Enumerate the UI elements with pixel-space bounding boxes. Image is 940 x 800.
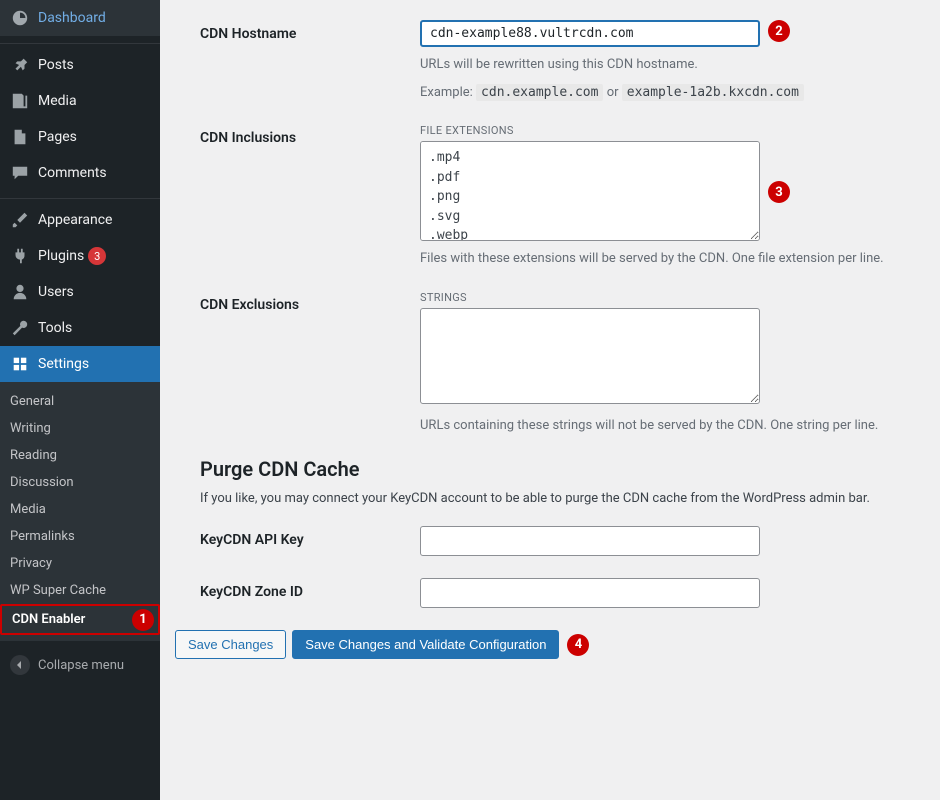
comment-icon [10,163,30,183]
annotation-badge-3: 3 [768,181,790,203]
wrench-icon [10,318,30,338]
exclusions-subhead: STRINGS [420,291,920,304]
annotation-badge-2: 2 [768,20,790,42]
save-and-validate-button[interactable]: Save Changes and Validate Configuration [292,630,559,659]
menu-label: Dashboard [38,10,106,26]
menu-item-pages[interactable]: Pages [0,119,160,155]
submenu-general[interactable]: General [0,388,160,415]
settings-content: CDN Hostname 2 URLs will be rewritten us… [160,0,940,800]
menu-label: Posts [38,57,74,73]
menu-item-settings[interactable]: Settings [0,346,160,382]
keycdn-zone-id-input[interactable] [420,578,760,608]
collapse-menu[interactable]: Collapse menu [0,647,160,683]
menu-item-comments[interactable]: Comments [0,155,160,191]
hostname-desc: URLs will be rewritten using this CDN ho… [420,55,920,75]
label-keycdn-api-key: KeyCDN API Key [200,526,420,548]
menu-item-plugins[interactable]: Plugins 3 [0,238,160,274]
menu-label: Plugins [38,248,84,264]
brush-icon [10,210,30,230]
menu-label: Tools [38,320,72,336]
label-keycdn-zone-id: KeyCDN Zone ID [200,578,420,600]
exclusions-desc: URLs containing these strings will not b… [420,416,920,436]
menu-item-media[interactable]: Media [0,83,160,119]
annotation-badge-4: 4 [567,634,589,656]
label-cdn-hostname: CDN Hostname [200,20,420,42]
menu-label: Pages [38,129,77,145]
annotation-badge-1: 1 [132,609,154,631]
submenu-media[interactable]: Media [0,496,160,523]
submenu-writing[interactable]: Writing [0,415,160,442]
menu-item-tools[interactable]: Tools [0,310,160,346]
menu-item-appearance[interactable]: Appearance [0,202,160,238]
annotation-1: CDN Enabler 1 [0,604,160,635]
menu-label: Comments [38,165,107,181]
plug-icon [10,246,30,266]
cdn-hostname-input[interactable] [420,20,760,47]
chevron-left-icon [10,655,30,675]
hostname-example: Example: cdn.example.com or example-1a2b… [420,83,920,103]
settings-submenu: General Writing Reading Discussion Media… [0,382,160,641]
file-extensions-textarea[interactable] [420,141,760,241]
submenu-permalinks[interactable]: Permalinks [0,523,160,550]
submenu-reading[interactable]: Reading [0,442,160,469]
submenu-discussion[interactable]: Discussion [0,469,160,496]
keycdn-api-key-input[interactable] [420,526,760,556]
pin-icon [10,55,30,75]
submenu-wp-super-cache[interactable]: WP Super Cache [0,577,160,604]
menu-label: Media [38,93,77,109]
purge-desc: If you like, you may connect your KeyCDN… [200,491,920,506]
collapse-label: Collapse menu [38,658,124,673]
media-icon [10,91,30,111]
dashboard-icon [10,8,30,28]
settings-icon [10,354,30,374]
user-icon [10,282,30,302]
inclusions-subhead: FILE EXTENSIONS [420,124,920,137]
label-cdn-inclusions: CDN Inclusions [200,124,420,146]
submenu-privacy[interactable]: Privacy [0,550,160,577]
menu-item-posts[interactable]: Posts [0,47,160,83]
submenu-cdn-enabler[interactable]: CDN Enabler [2,606,132,633]
menu-item-dashboard[interactable]: Dashboard [0,0,160,36]
plugins-badge: 3 [88,247,106,265]
menu-label: Users [38,284,74,300]
inclusions-desc: Files with these extensions will be serv… [420,249,920,269]
page-icon [10,127,30,147]
admin-sidebar: Dashboard Posts Media Pages Comments App… [0,0,160,800]
label-cdn-exclusions: CDN Exclusions [200,291,420,313]
save-changes-button[interactable]: Save Changes [175,630,286,659]
purge-heading: Purge CDN Cache [200,457,920,481]
exclusions-textarea[interactable] [420,308,760,404]
menu-label: Settings [38,356,89,372]
menu-item-users[interactable]: Users [0,274,160,310]
menu-label: Appearance [38,212,112,228]
